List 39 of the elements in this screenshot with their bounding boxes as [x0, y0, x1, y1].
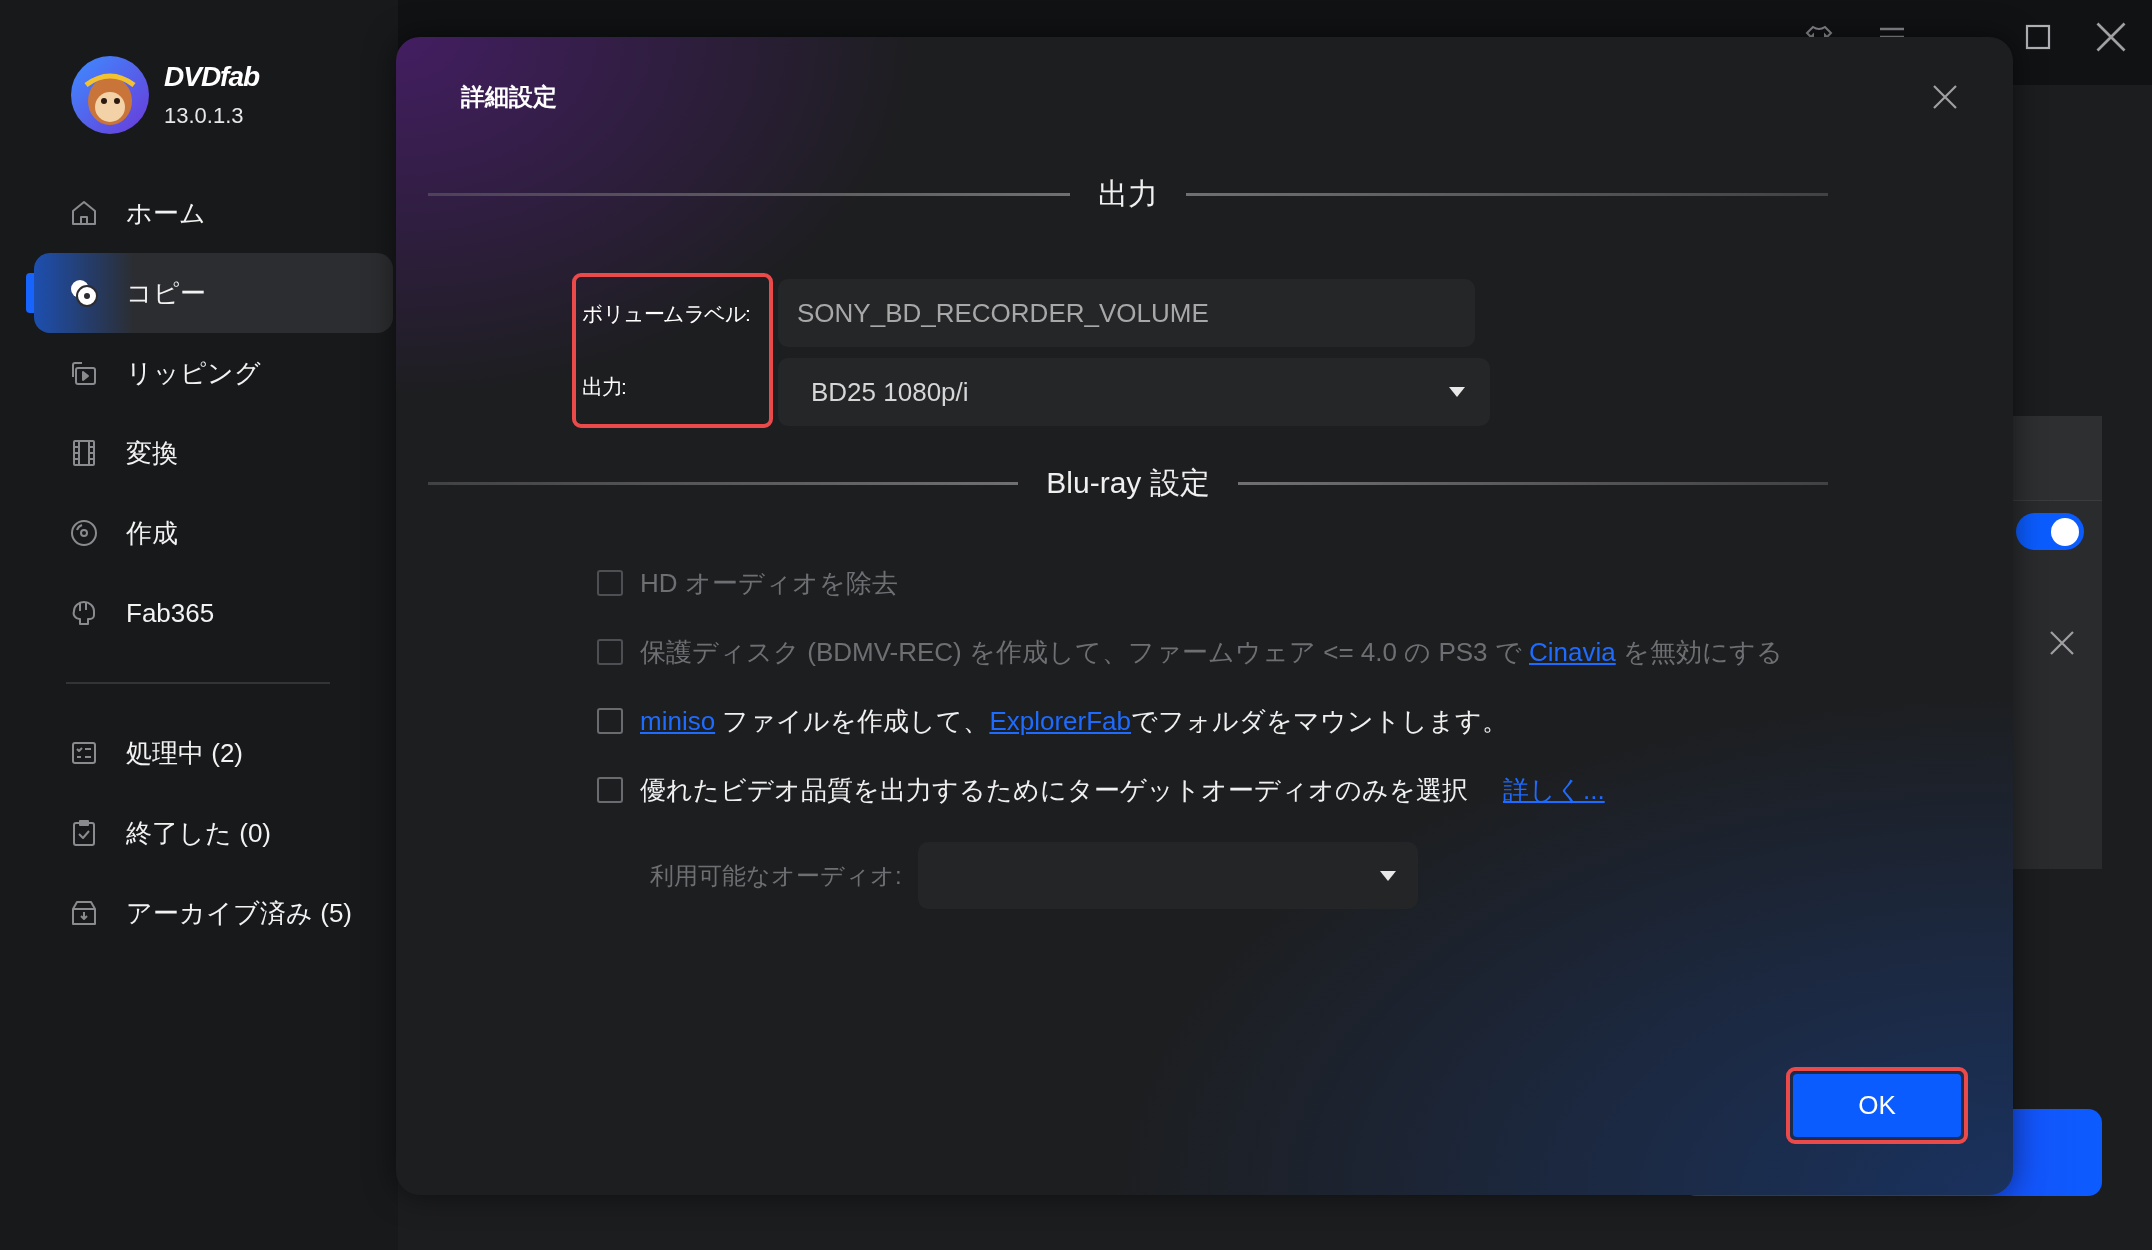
- disc-icon: [68, 277, 100, 309]
- close-icon[interactable]: [2095, 20, 2127, 53]
- sidebar-item[interactable]: コピー: [34, 253, 393, 333]
- caret-icon: [1449, 387, 1465, 397]
- option-text: 保護ディスク (BDMV-REC) を作成して、ファームウェア <= 4.0 の PS3 で Cinavia を無効にする: [640, 635, 1783, 669]
- logo-icon: [70, 55, 150, 135]
- disc-icon: [68, 517, 100, 549]
- link[interactable]: ExplorerFab: [989, 705, 1131, 736]
- sidebar-item[interactable]: 処理中 (2): [34, 713, 393, 793]
- active-indicator: [26, 273, 34, 313]
- ok-button[interactable]: OK: [1793, 1074, 1961, 1137]
- field-label: ボリュームラベル:: [582, 300, 751, 327]
- section-heading: 出力: [1098, 175, 1158, 212]
- sidebar-item[interactable]: リッピング: [34, 333, 393, 413]
- sidebar-item[interactable]: 変換: [34, 413, 393, 493]
- checkbox[interactable]: [597, 777, 623, 803]
- sidebar-item[interactable]: ホーム: [34, 173, 393, 253]
- output-dropdown[interactable]: BD25 1080p/i: [778, 358, 1490, 426]
- dialog-title: 詳細設定: [461, 82, 557, 112]
- app-version: 13.0.1.3: [164, 103, 245, 129]
- option-text: miniso ファイルを作成して、ExplorerFabでフォルダをマウントします。: [640, 704, 1508, 738]
- toggle-switch[interactable]: [2016, 513, 2084, 550]
- field-label: 利用可能なオーディオ:: [650, 860, 902, 891]
- sidebar-item[interactable]: アーカイブ済み (5): [34, 873, 393, 953]
- section-heading: Blu-ray 設定: [1046, 464, 1210, 501]
- link[interactable]: miniso: [640, 705, 716, 736]
- app-name: DVDfab: [164, 61, 260, 93]
- sidebar-item[interactable]: 作成: [34, 493, 393, 573]
- option-text: 優れたビデオ品質を出力するためにターゲットオーディオのみを選択: [640, 773, 1468, 807]
- checkbox[interactable]: [597, 708, 623, 734]
- sidebar-item[interactable]: 終了した (0): [34, 793, 393, 873]
- sidebar-item[interactable]: Fab365: [34, 573, 393, 653]
- learn-more-link[interactable]: 詳しく...: [1503, 772, 1605, 808]
- caret-icon: [1379, 870, 1396, 881]
- close-icon[interactable]: [1932, 84, 1958, 110]
- field-label: 出力:: [582, 374, 627, 401]
- close-icon[interactable]: [2049, 630, 2075, 656]
- input-field[interactable]: SONY_BD_RECORDER_VOLUME: [778, 279, 1475, 347]
- option-text: HD オーディオを除去: [640, 566, 898, 600]
